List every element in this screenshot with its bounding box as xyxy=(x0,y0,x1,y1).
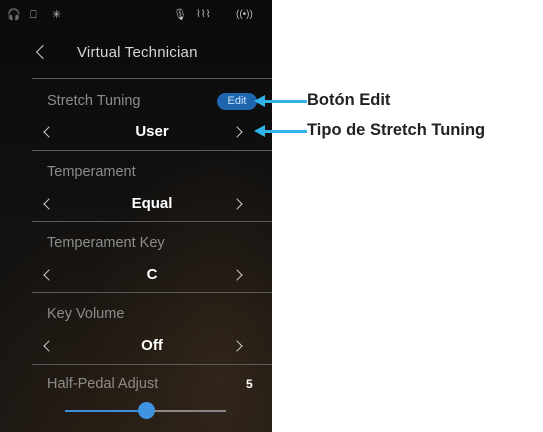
next-chevron-icon[interactable] xyxy=(231,269,243,281)
nav-bar: Virtual Technician xyxy=(0,42,272,72)
callout-arrow-head xyxy=(254,125,265,137)
callout-edit-button: Botón Edit xyxy=(307,91,391,109)
next-chevron-icon[interactable] xyxy=(231,198,243,210)
half-pedal-adjust-label: Half-Pedal Adjust xyxy=(47,376,159,392)
previous-chevron-icon[interactable] xyxy=(43,126,55,138)
key-volume-value: Off xyxy=(141,337,163,354)
temperament-key-label: Temperament Key xyxy=(47,235,165,251)
divider xyxy=(32,150,272,151)
half-pedal-adjust-value: 5 xyxy=(246,377,253,391)
divider xyxy=(32,292,272,293)
half-pedal-slider[interactable] xyxy=(65,402,226,419)
microphone-icon: 🎙 xyxy=(173,9,187,21)
stretch-tuning-selector: User xyxy=(32,122,272,146)
next-chevron-icon[interactable] xyxy=(231,340,243,352)
callout-arrow-head xyxy=(254,95,265,107)
temperament-selector: Equal xyxy=(32,194,272,218)
back-chevron-icon[interactable] xyxy=(35,44,51,60)
previous-chevron-icon[interactable] xyxy=(43,198,55,210)
audio-waveform-icon: ⌇⌇⌇ xyxy=(196,9,211,20)
previous-chevron-icon[interactable] xyxy=(43,269,55,281)
key-volume-label: Key Volume xyxy=(47,306,125,322)
key-volume-selector: Off xyxy=(32,336,272,360)
callout-arrow xyxy=(260,100,307,103)
divider xyxy=(32,364,272,365)
piano-app-screen: 🎧 ⎕ ✳ 🎙 ⌇⌇⌇ ((•)) Virtual Technician Str… xyxy=(0,0,272,432)
temperament-label: Temperament xyxy=(47,164,136,180)
headphones-icon: 🎧 xyxy=(7,9,21,21)
stretch-tuning-value: User xyxy=(135,123,169,140)
bluetooth-icon: ✳ xyxy=(52,9,62,21)
temperament-key-selector: C xyxy=(32,265,272,289)
slider-fill xyxy=(65,410,146,412)
callout-stretch-tuning-type: Tipo de Stretch Tuning xyxy=(307,121,486,139)
next-chevron-icon[interactable] xyxy=(231,126,243,138)
status-bar: 🎧 ⎕ ✳ 🎙 ⌇⌇⌇ ((•)) xyxy=(0,8,272,24)
usb-icon: ⎕ xyxy=(30,9,37,21)
callout-arrow xyxy=(260,130,307,133)
divider xyxy=(32,78,272,79)
edit-button[interactable]: Edit xyxy=(217,93,257,110)
temperament-key-value: C xyxy=(146,266,158,283)
page-title: Virtual Technician xyxy=(77,44,198,61)
divider xyxy=(32,221,272,222)
previous-chevron-icon[interactable] xyxy=(43,340,55,352)
stretch-tuning-label: Stretch Tuning xyxy=(47,93,141,109)
slider-knob[interactable] xyxy=(137,402,155,419)
temperament-value: Equal xyxy=(131,195,173,212)
wireless-icon: ((•)) xyxy=(236,9,253,20)
